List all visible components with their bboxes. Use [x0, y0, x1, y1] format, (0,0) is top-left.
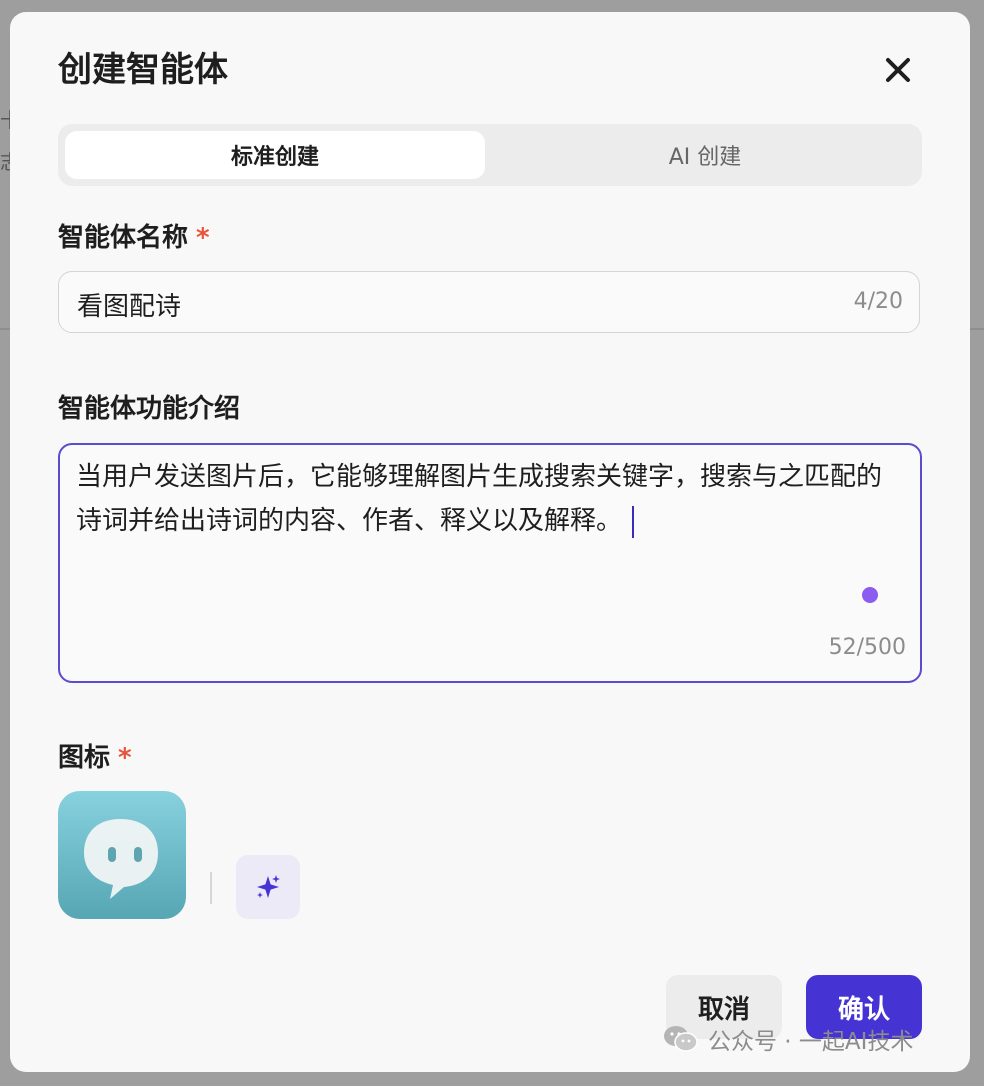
ai-generate-icon-button[interactable] [236, 855, 300, 919]
required-mark: * [118, 743, 132, 773]
create-agent-dialog: 创建智能体 标准创建 AI 创建 智能体名称 * 看图配诗 4/20 智能体功能介… [10, 12, 970, 1072]
chat-bubble-face-icon [84, 819, 158, 899]
agent-name-label: 智能体名称 * [58, 217, 210, 254]
voice-input-dot-icon[interactable] [862, 587, 878, 603]
icon-label-text: 图标 [58, 743, 111, 773]
create-mode-tabs: 标准创建 AI 创建 [58, 124, 922, 186]
agent-description-content: 当用户发送图片后，它能够理解图片生成搜索关键字，搜索与之匹配的诗词并给出诗词的内… [76, 455, 898, 543]
agent-name-label-text: 智能体名称 [58, 223, 189, 253]
icon-divider [210, 872, 212, 904]
watermark: 公众号 · 一起AI技术 [662, 1022, 913, 1056]
icon-label: 图标 * [58, 737, 132, 774]
wechat-icon [664, 1026, 698, 1052]
agent-name-value: 看图配诗 [77, 292, 182, 322]
tab-standard-create[interactable]: 标准创建 [65, 131, 485, 179]
close-icon [886, 58, 910, 82]
tab-ai-create[interactable]: AI 创建 [495, 131, 915, 179]
agent-icon-preview[interactable] [58, 791, 186, 919]
required-mark: * [196, 223, 210, 253]
agent-name-input[interactable]: 看图配诗 4/20 [58, 271, 920, 333]
close-button[interactable] [878, 50, 918, 90]
agent-description-counter: 52/500 [828, 635, 906, 660]
agent-description-textarea[interactable]: 当用户发送图片后，它能够理解图片生成搜索关键字，搜索与之匹配的诗词并给出诗词的内… [58, 443, 922, 683]
agent-description-value: 当用户发送图片后，它能够理解图片生成搜索关键字，搜索与之匹配的诗词并给出诗词的内… [76, 462, 883, 536]
agent-description-label: 智能体功能介绍 [58, 394, 241, 424]
text-caret [632, 505, 635, 538]
dialog-title: 创建智能体 [58, 50, 228, 90]
watermark-text: 公众号 · 一起AI技术 [708, 1029, 914, 1055]
agent-name-counter: 4/20 [853, 289, 903, 314]
sparkle-icon [257, 875, 280, 898]
